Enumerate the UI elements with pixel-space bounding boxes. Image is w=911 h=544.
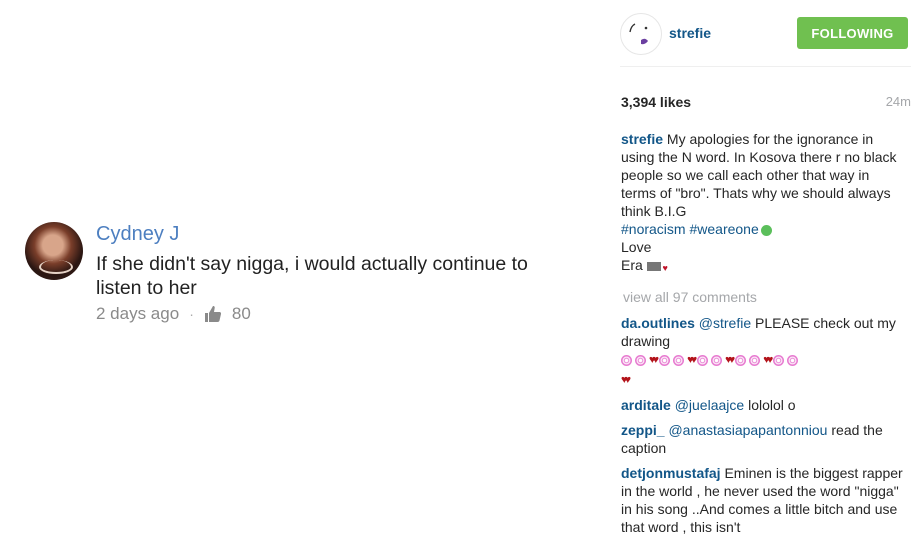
comment-author[interactable]: Cydney J [96,222,566,246]
comment-text: lololol o [748,396,796,413]
instagram-post-panel: strefie FOLLOWING 3,394 likes 24m strefi… [605,0,911,544]
lollipop-emoji-icon [787,354,799,366]
comment-author[interactable]: zeppi_ [621,422,665,438]
globe-emoji-icon [760,224,772,236]
caption: strefie My apologies for the ignorance i… [621,130,903,277]
comment: arditale @juelaajce lololol o [621,396,903,414]
avatar[interactable] [25,222,83,280]
emoji-row: ♥♥ ♥♥ ♥♥ ♥♥ [621,350,903,369]
comment-meta: 2 days ago · 80 [96,304,566,324]
comment: detjonmustafaj Eminen is the biggest rap… [621,464,903,536]
view-all-comments-link[interactable]: view all 97 comments [623,288,903,306]
hearts-emoji-icon: ♥♥ [621,373,631,386]
comments-feed: strefie My apologies for the ignorance i… [621,130,903,543]
lollipop-emoji-icon [697,354,709,366]
caption-love: Love [621,239,652,255]
caption-author[interactable]: strefie [621,131,663,147]
post-username[interactable]: strefie [669,25,711,41]
comment-text: If she didn't say nigga, i would actuall… [96,253,528,299]
comment-mention[interactable]: @anastasiapapantonniou [668,422,827,438]
comment-author[interactable]: da.outlines [621,315,695,331]
comment: zeppi_ @anastasiapapantonniou read the c… [621,421,903,457]
hearts-emoji-icon: ♥♥ [687,354,697,367]
comment-mention[interactable]: @juelaajce [675,397,744,413]
comment-mention[interactable]: @strefie [699,315,751,331]
lollipop-emoji-icon [621,354,632,366]
lollipop-emoji-icon [711,354,723,366]
comment-body: Cydney J If she didn't say nigga, i woul… [96,222,566,324]
caption-hashtags[interactable]: #noracism #weareone [621,221,759,237]
lollipop-emoji-icon [673,354,685,366]
divider [620,66,911,67]
comment: da.outlines @strefie PLEASE check out my… [621,314,903,389]
hearts-emoji-icon: ♥♥ [649,354,659,367]
meta-separator: · [189,306,194,322]
lollipop-emoji-icon [735,354,747,366]
comment-time[interactable]: 2 days ago [96,304,179,324]
likes-count[interactable]: 3,394 likes [621,94,691,110]
emoji-row: ♥♥ [621,369,903,388]
hearts-emoji-icon: ♥♥ [763,354,773,367]
lollipop-emoji-icon [635,354,646,366]
like-count: 80 [231,304,251,323]
lollipop-emoji-icon [659,354,671,366]
comment-author[interactable]: detjonmustafaj [621,465,721,481]
avatar[interactable] [620,13,662,55]
comment-author[interactable]: arditale [621,397,671,413]
flag-heart-emoji-icon [646,259,668,277]
caption-signoff: Era [621,257,643,273]
thumbs-up-icon[interactable] [204,305,222,323]
caption-text: My apologies for the ignorance in using … [621,131,897,219]
lollipop-emoji-icon [749,354,761,366]
hearts-emoji-icon: ♥♥ [725,354,735,367]
lollipop-emoji-icon [773,354,785,366]
following-button[interactable]: FOLLOWING [797,17,908,49]
post-time[interactable]: 24m [886,94,911,109]
